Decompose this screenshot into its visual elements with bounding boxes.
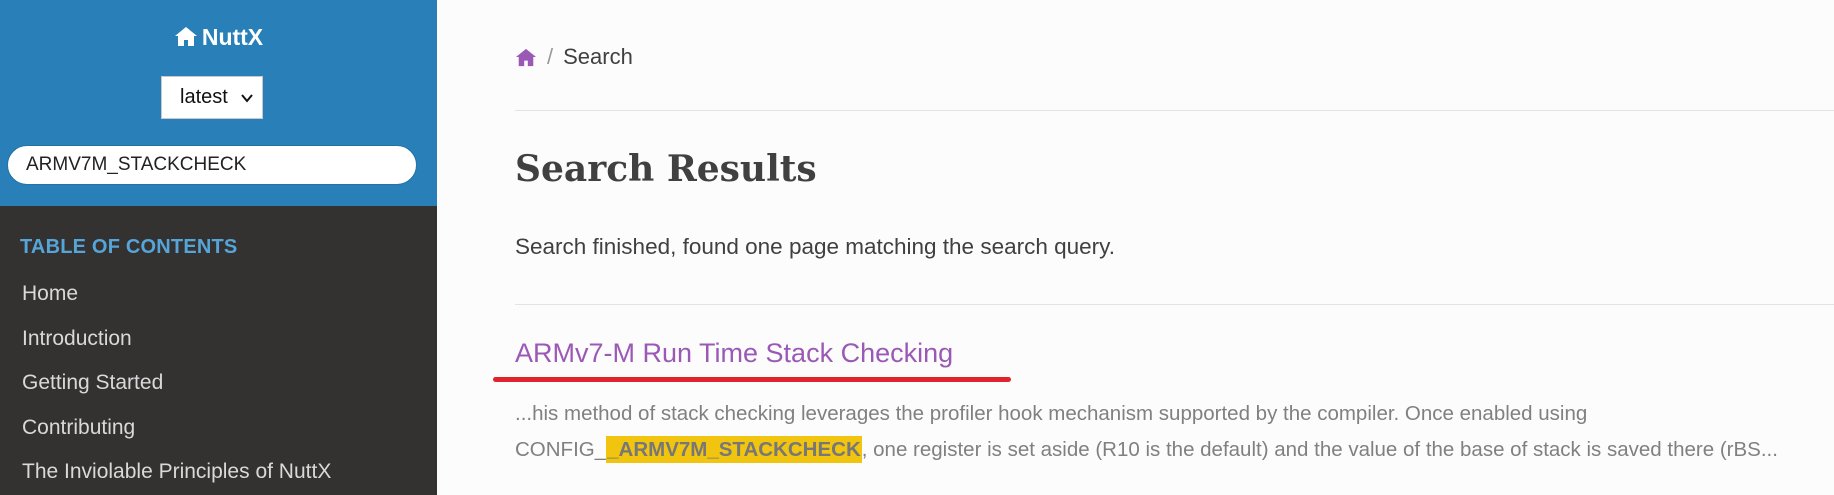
sidebar: NuttX latest ARMV7M_STACKCHECK TABLE OF …: [0, 0, 437, 495]
chevron-down-icon: [241, 94, 253, 103]
brand-link[interactable]: NuttX: [0, 22, 437, 52]
breadcrumb-separator: /: [547, 44, 554, 69]
toc-item-principles[interactable]: The Inviolable Principles of NuttX: [0, 450, 437, 495]
home-icon: [174, 27, 197, 46]
home-icon[interactable]: [515, 47, 537, 67]
breadcrumb: / Search: [515, 44, 633, 70]
toc-list: Home Introduction Getting Started Contri…: [0, 272, 437, 495]
snippet-prefix: CONFIG_: [515, 438, 607, 461]
main-content: / Search Search Results Search finished,…: [437, 0, 1834, 495]
toc-item-home[interactable]: Home: [0, 272, 437, 317]
toc-item-contributing[interactable]: Contributing: [0, 406, 437, 451]
sidebar-header: NuttX latest ARMV7M_STACKCHECK: [0, 0, 437, 206]
brand-name: NuttX: [201, 24, 264, 50]
search-result-snippet: ...his method of stack checking leverage…: [515, 396, 1825, 468]
annotation-underline: [493, 377, 1011, 382]
toc-item-introduction[interactable]: Introduction: [0, 317, 437, 362]
breadcrumb-current: Search: [563, 44, 633, 69]
search-input-value: ARMV7M_STACKCHECK: [26, 154, 247, 175]
version-value: latest: [180, 86, 228, 108]
search-input[interactable]: ARMV7M_STACKCHECK: [7, 145, 417, 185]
toc-item-getting-started[interactable]: Getting Started: [0, 361, 437, 406]
page: NuttX latest ARMV7M_STACKCHECK TABLE OF …: [0, 0, 1834, 495]
search-result-link[interactable]: ARMv7-M Run Time Stack Checking: [515, 338, 953, 369]
page-title: Search Results: [515, 148, 817, 190]
divider: [515, 304, 1834, 305]
divider: [515, 110, 1834, 111]
snippet-line-1: ...his method of stack checking leverage…: [515, 402, 1588, 425]
version-select[interactable]: latest: [161, 76, 263, 119]
search-status: Search finished, found one page matching…: [515, 234, 1115, 259]
toc-caption: TABLE OF CONTENTS: [20, 236, 238, 258]
snippet-highlight: _ARMV7M_STACKCHECK: [606, 436, 862, 463]
snippet-suffix: , one register is set aside (R10 is the …: [861, 438, 1778, 461]
